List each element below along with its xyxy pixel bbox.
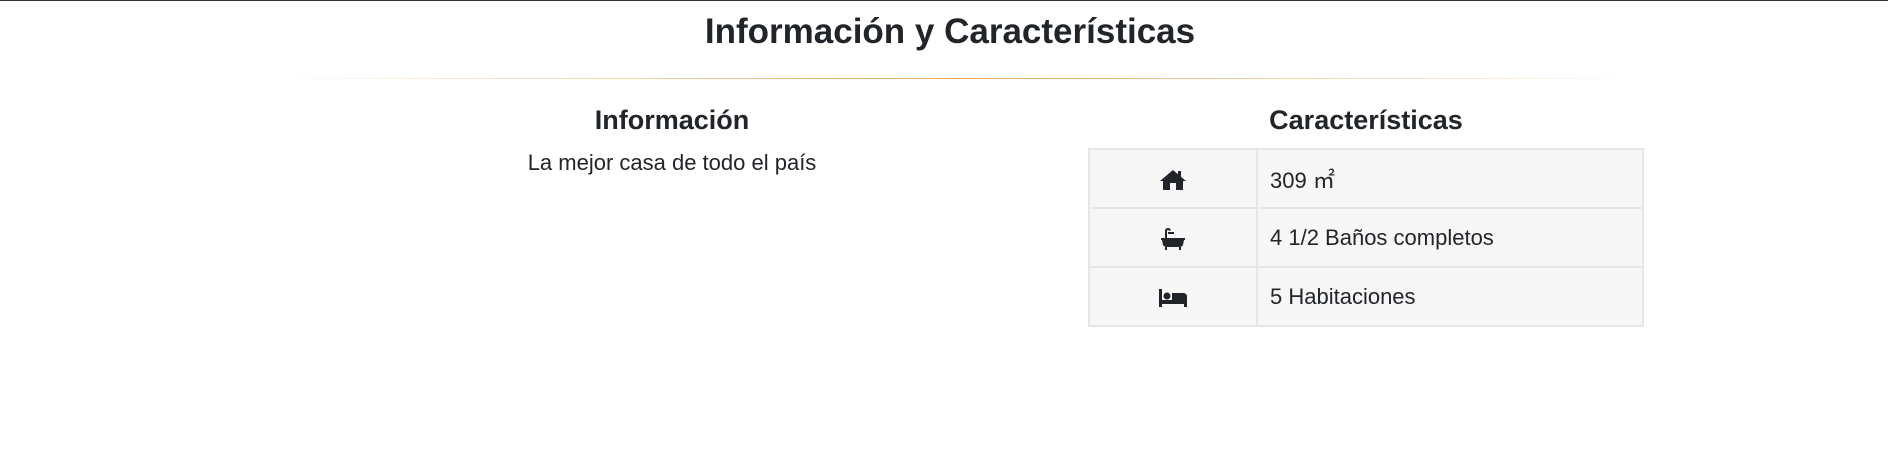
bedrooms-value: 5 Habitaciones [1256,266,1644,327]
table-row: 309 ㎡ [1088,148,1644,209]
info-column: Información La mejor casa de todo el paí… [272,100,1072,178]
features-column: Características 309 ㎡ 4 1/2 Baños comple… [1088,100,1644,327]
features-heading: Características [1269,105,1463,135]
bathtub-icon [1160,224,1186,250]
icon-cell [1088,266,1258,327]
info-description: La mejor casa de todo el país [527,150,817,175]
top-border [0,0,1888,1]
section-title: Información y Características [704,12,1196,51]
section-divider [268,78,1648,79]
bed-icon [1158,284,1188,309]
features-table: 309 ㎡ 4 1/2 Baños completos 5 Habitacion… [1088,148,1644,327]
icon-cell [1088,148,1258,209]
bathrooms-value: 4 1/2 Baños completos [1256,207,1644,268]
area-value: 309 ㎡ [1256,148,1644,209]
page: Información y Características Informació… [0,0,1888,456]
icon-cell [1088,207,1258,268]
home-icon [1159,165,1187,190]
table-row: 5 Habitaciones [1088,266,1644,327]
table-row: 4 1/2 Baños completos [1088,207,1644,268]
info-heading: Información [594,105,750,135]
